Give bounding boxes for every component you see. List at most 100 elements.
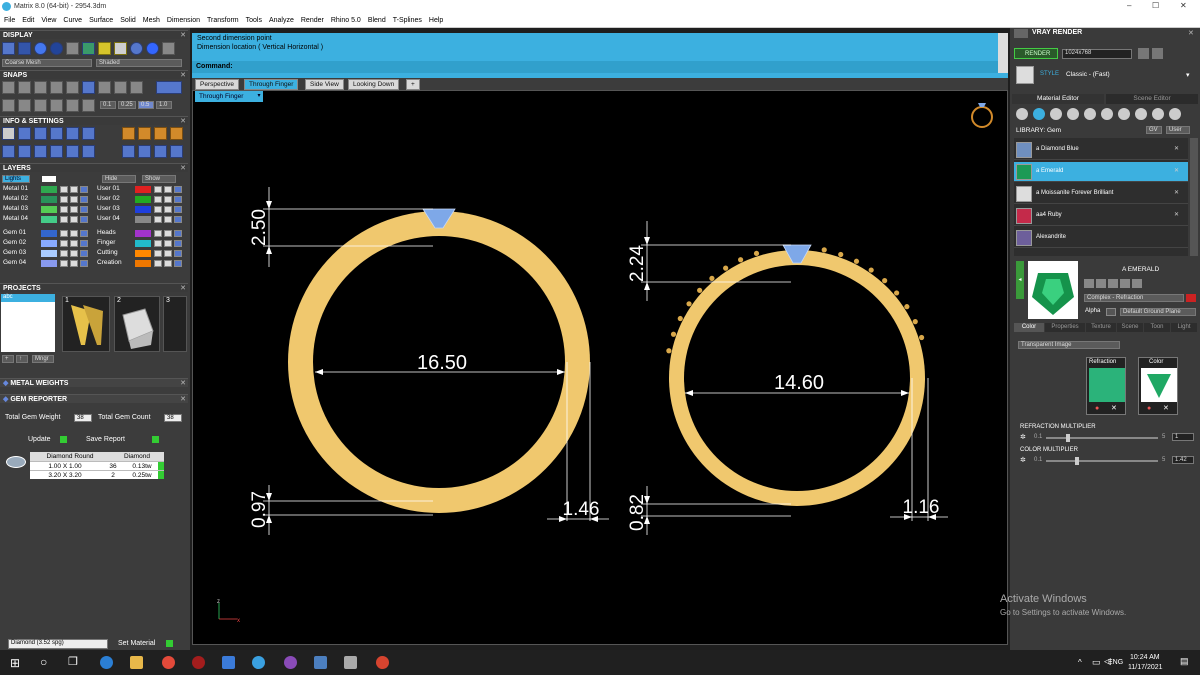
layer-lock-toggle[interactable] [154, 216, 162, 223]
material-select[interactable]: Diamond (3.52 spg) [8, 639, 108, 649]
layer-select-toggle[interactable] [174, 250, 182, 257]
menu-file[interactable]: File [0, 14, 18, 24]
layer-color-swatch[interactable] [135, 260, 151, 267]
silver-icon[interactable] [114, 42, 127, 55]
remove-material-icon[interactable]: ✕ [1174, 211, 1179, 218]
layer-select-toggle[interactable] [174, 196, 182, 203]
tab-side-view[interactable]: Side View [305, 79, 344, 90]
menu-render[interactable]: Render [297, 14, 327, 24]
menu-rhino[interactable]: Rhino 5.0 [327, 14, 364, 24]
refraction-slider[interactable] [1046, 434, 1158, 442]
command-prompt[interactable]: Command: [192, 61, 998, 73]
layer-color-swatch[interactable] [135, 186, 151, 193]
tool-a-icon[interactable] [2, 145, 15, 158]
update-arrow-icon[interactable] [60, 436, 67, 443]
project-thumb-1[interactable]: 1 [62, 296, 110, 352]
mat-btn-5[interactable] [1132, 279, 1142, 288]
windows-start-icon[interactable]: ⊞ [10, 656, 20, 670]
layer-lock-toggle[interactable] [154, 196, 162, 203]
layer-row[interactable]: User 03 [96, 205, 186, 214]
style-icon[interactable] [1016, 66, 1034, 84]
layer-lock-toggle[interactable] [60, 240, 68, 247]
snap-int-icon[interactable] [82, 81, 95, 94]
snap-value-3[interactable]: 0.5 [138, 101, 154, 109]
close-icon[interactable]: ✕ [180, 117, 186, 126]
menu-edit[interactable]: Edit [18, 14, 37, 24]
project-list[interactable]: abc [1, 294, 55, 352]
app-dots-icon[interactable] [284, 656, 297, 669]
layer-lock-toggle[interactable] [60, 206, 68, 213]
layer-visible-toggle[interactable] [70, 216, 78, 223]
info-icon[interactable] [18, 127, 31, 140]
gem-table-row[interactable]: 3.20 X 3.20 2 0.25tw [30, 470, 164, 479]
snap-end-icon[interactable] [2, 81, 15, 94]
refraction-edit-icon[interactable]: ● [1095, 405, 1099, 412]
close-icon[interactable]: ✕ [180, 164, 186, 173]
property-tab-toon[interactable]: Toon [1144, 323, 1170, 332]
layer-color-swatch[interactable] [41, 206, 57, 213]
layer-lock-toggle[interactable] [60, 216, 68, 223]
metal-weights-header[interactable]: ◆ METAL WEIGHTS ✕ [0, 378, 188, 387]
color-remove-icon[interactable]: ✕ [1163, 404, 1169, 412]
close-icon[interactable]: ✕ [1188, 29, 1194, 37]
chrome-icon[interactable] [162, 656, 175, 669]
layer-visible-toggle[interactable] [164, 250, 172, 257]
layer-select-toggle[interactable] [174, 216, 182, 223]
tab-add[interactable]: + [406, 79, 420, 90]
material-list-item[interactable]: a Moissanite Forever Brilliant ✕ [1014, 184, 1188, 204]
style-chevron-icon[interactable]: ▾ [1186, 71, 1190, 79]
layer-color-swatch[interactable] [135, 206, 151, 213]
render-button[interactable]: RENDER [1014, 48, 1058, 59]
snap-e-icon[interactable] [66, 99, 79, 112]
project-up-button[interactable]: ↑ [16, 355, 28, 363]
library-gv-button[interactable]: GV [1146, 126, 1162, 134]
ring-icon[interactable] [971, 103, 993, 128]
material-type-close[interactable] [1186, 294, 1196, 302]
layer-color-swatch[interactable] [135, 196, 151, 203]
gem-info-icon[interactable] [66, 127, 79, 140]
project-thumb-3[interactable]: 3 [163, 296, 187, 352]
layer-select-toggle[interactable] [80, 240, 88, 247]
menu-mesh[interactable]: Mesh [139, 14, 163, 24]
property-tab-texture[interactable]: Texture [1086, 323, 1116, 332]
env-icon[interactable] [82, 42, 95, 55]
layer-visible-toggle[interactable] [164, 216, 172, 223]
tool-i-icon[interactable] [154, 145, 167, 158]
ghost-icon[interactable] [66, 42, 79, 55]
material-list-item[interactable]: a Diamond Blue ✕ [1014, 140, 1188, 160]
tool-g-icon[interactable] [122, 145, 135, 158]
matrix-app-icon[interactable] [344, 656, 357, 669]
snap-quad-icon[interactable] [130, 81, 143, 94]
library-user-button[interactable]: User [1166, 126, 1190, 134]
layer-visible-toggle[interactable] [164, 206, 172, 213]
gem-row-arrow-icon[interactable] [158, 462, 164, 470]
ground-plane-select[interactable]: Default Ground Plane [1120, 308, 1196, 316]
projects-header[interactable]: PROJECTS ✕ [0, 283, 188, 292]
layer-lock-toggle[interactable] [154, 230, 162, 237]
snap-point-icon[interactable] [34, 81, 47, 94]
clock-date[interactable]: 11/17/2021 [1128, 664, 1163, 671]
layer-color-swatch[interactable] [41, 260, 57, 267]
layer-color-swatch[interactable] [41, 186, 57, 193]
mat-btn-1[interactable] [1084, 279, 1094, 288]
material-list-item[interactable]: aa4 Ruby ✕ [1014, 206, 1188, 226]
layer-lock-toggle[interactable] [60, 186, 68, 193]
menu-transform[interactable]: Transform [203, 14, 242, 24]
show-button[interactable]: Show [142, 175, 176, 183]
snap-near-icon[interactable] [18, 81, 31, 94]
snap-mid-icon[interactable] [50, 81, 63, 94]
cube-icon[interactable] [82, 127, 95, 140]
cloud-icon[interactable] [1152, 108, 1164, 120]
snap-d-icon[interactable] [50, 99, 63, 112]
style-value[interactable]: Classic - (Fast) [1066, 71, 1110, 78]
layer-color-swatch[interactable] [41, 250, 57, 257]
lights-swatch[interactable] [42, 176, 56, 182]
sphere-icon[interactable] [1067, 108, 1079, 120]
tab-through-finger[interactable]: Through Finger [244, 79, 299, 90]
resolution-select[interactable]: 1024x768 [1062, 49, 1132, 59]
search-icon[interactable]: ○ [40, 655, 47, 669]
project-add-button[interactable]: + [2, 355, 14, 363]
layer-select-toggle[interactable] [174, 240, 182, 247]
display-header[interactable]: DISPLAY ✕ [0, 30, 188, 39]
menu-dimension[interactable]: Dimension [163, 14, 203, 24]
